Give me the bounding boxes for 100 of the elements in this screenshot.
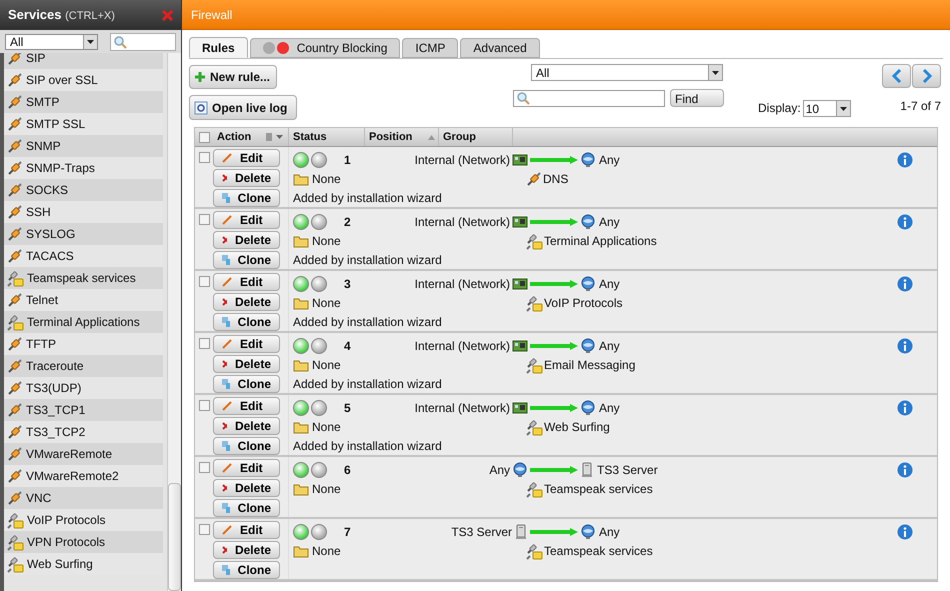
previous-page-button[interactable] bbox=[882, 64, 911, 88]
service-item[interactable]: Terminal Applications bbox=[4, 311, 164, 333]
delete-button[interactable]: Delete bbox=[213, 479, 280, 497]
status-light bbox=[311, 462, 327, 478]
pencil-icon bbox=[222, 339, 232, 349]
service-name: Terminal Applications bbox=[544, 233, 657, 250]
checkbox[interactable] bbox=[198, 400, 210, 411]
plug-group-icon bbox=[526, 294, 543, 312]
rule-comment: Added by installation wizard bbox=[293, 190, 442, 207]
checkbox[interactable] bbox=[198, 152, 210, 163]
group-name: None bbox=[312, 357, 342, 374]
checkbox[interactable] bbox=[198, 338, 210, 349]
service-item[interactable]: Teamspeak services bbox=[4, 267, 164, 289]
checkbox[interactable] bbox=[198, 132, 210, 142]
close-icon[interactable] bbox=[162, 10, 173, 20]
delete-button[interactable]: Delete bbox=[213, 293, 280, 311]
network-card-icon bbox=[512, 214, 528, 228]
find-button[interactable]: Find bbox=[670, 89, 724, 107]
checkbox[interactable] bbox=[198, 524, 210, 535]
clone-button[interactable]: Clone bbox=[213, 189, 280, 207]
rule-position: 3 bbox=[344, 276, 352, 292]
column-header[interactable]: Group bbox=[443, 128, 476, 146]
info-icon[interactable] bbox=[897, 152, 913, 168]
source-name: Internal (Network) bbox=[414, 276, 510, 292]
edit-button[interactable]: Edit bbox=[213, 149, 280, 167]
server-icon bbox=[580, 462, 594, 478]
open-live-log-button[interactable]: Open live log bbox=[189, 95, 297, 120]
info-icon[interactable] bbox=[897, 338, 913, 354]
column-header[interactable]: Status bbox=[293, 128, 327, 146]
cross-icon bbox=[222, 546, 227, 554]
filter-select[interactable]: All bbox=[531, 64, 723, 81]
plug-icon bbox=[526, 171, 542, 187]
column-header[interactable]: Position bbox=[369, 128, 412, 146]
edit-button[interactable]: Edit bbox=[213, 459, 280, 477]
clone-button[interactable]: Clone bbox=[213, 437, 280, 455]
plug-group-icon bbox=[526, 356, 543, 374]
edit-button[interactable]: Edit bbox=[213, 521, 280, 539]
service-item[interactable]: TS3_TCP1 bbox=[4, 399, 164, 421]
info-icon[interactable] bbox=[897, 276, 913, 292]
tab[interactable]: ICMP bbox=[402, 38, 458, 58]
service-item[interactable]: SOCKS bbox=[4, 179, 164, 201]
info-icon[interactable] bbox=[897, 214, 913, 230]
group-name: None bbox=[312, 481, 342, 498]
plug-icon bbox=[7, 94, 23, 110]
status-light bbox=[311, 276, 327, 292]
group-name: None bbox=[312, 233, 342, 250]
edit-button[interactable]: Edit bbox=[213, 273, 280, 291]
search-icon bbox=[516, 91, 530, 105]
info-icon[interactable] bbox=[897, 462, 913, 478]
column-header[interactable]: Action bbox=[213, 128, 252, 146]
plug-icon bbox=[7, 182, 23, 198]
arrow-icon bbox=[530, 342, 578, 350]
filter-select[interactable]: All bbox=[5, 34, 98, 50]
chevron-left-icon bbox=[892, 69, 902, 83]
checkbox[interactable] bbox=[198, 214, 210, 225]
edit-button[interactable]: Edit bbox=[213, 335, 280, 353]
new-rule-button[interactable]: New rule... bbox=[189, 65, 277, 89]
folder-icon bbox=[293, 234, 309, 248]
service-item[interactable]: SNMP bbox=[4, 135, 164, 157]
globe-icon bbox=[580, 276, 596, 292]
scrollbar[interactable] bbox=[167, 53, 181, 591]
delete-button[interactable]: Delete bbox=[213, 541, 280, 559]
plug-icon bbox=[7, 468, 23, 484]
checkbox[interactable] bbox=[198, 462, 210, 473]
display-select[interactable]: 10 bbox=[802, 100, 851, 117]
service-item[interactable]: VMwareRemote bbox=[4, 443, 164, 465]
edit-button[interactable]: Edit bbox=[213, 211, 280, 229]
clone-button[interactable]: Clone bbox=[213, 561, 280, 579]
tab[interactable]: Advanced bbox=[460, 38, 540, 58]
info-icon[interactable] bbox=[897, 524, 913, 540]
status-light bbox=[311, 338, 327, 354]
column-menu-icon[interactable] bbox=[266, 133, 284, 141]
checkbox[interactable] bbox=[198, 276, 210, 287]
tab[interactable]: Country Blocking bbox=[250, 38, 400, 58]
clone-button[interactable]: Clone bbox=[213, 375, 280, 393]
service-item[interactable]: SIP bbox=[4, 53, 164, 69]
delete-button[interactable]: Delete bbox=[213, 417, 280, 435]
tab[interactable]: Rules bbox=[189, 37, 248, 58]
edit-button[interactable]: Edit bbox=[213, 397, 280, 415]
search-field[interactable] bbox=[110, 33, 176, 51]
clone-button[interactable]: Clone bbox=[213, 313, 280, 331]
delete-button[interactable]: Delete bbox=[213, 231, 280, 249]
next-page-button[interactable] bbox=[912, 64, 941, 88]
service-item[interactable]: VPN Protocols bbox=[4, 531, 164, 553]
service-item[interactable]: SYSLOG bbox=[4, 223, 164, 245]
arrow-icon bbox=[530, 280, 578, 288]
info-icon[interactable] bbox=[897, 400, 913, 416]
clone-button[interactable]: Clone bbox=[213, 499, 280, 517]
delete-button[interactable]: Delete bbox=[213, 169, 280, 187]
service-item[interactable]: VNC bbox=[4, 487, 164, 509]
delete-button[interactable]: Delete bbox=[213, 355, 280, 373]
search-field[interactable] bbox=[513, 90, 665, 106]
plug-group-icon bbox=[526, 418, 543, 436]
cross-icon bbox=[222, 360, 227, 368]
service-item[interactable]: SMTP bbox=[4, 91, 164, 113]
globe-icon bbox=[580, 400, 596, 416]
service-item[interactable]: Traceroute bbox=[4, 355, 164, 377]
log-icon bbox=[194, 100, 208, 114]
clone-button[interactable]: Clone bbox=[213, 251, 280, 269]
folder-icon bbox=[293, 172, 309, 186]
